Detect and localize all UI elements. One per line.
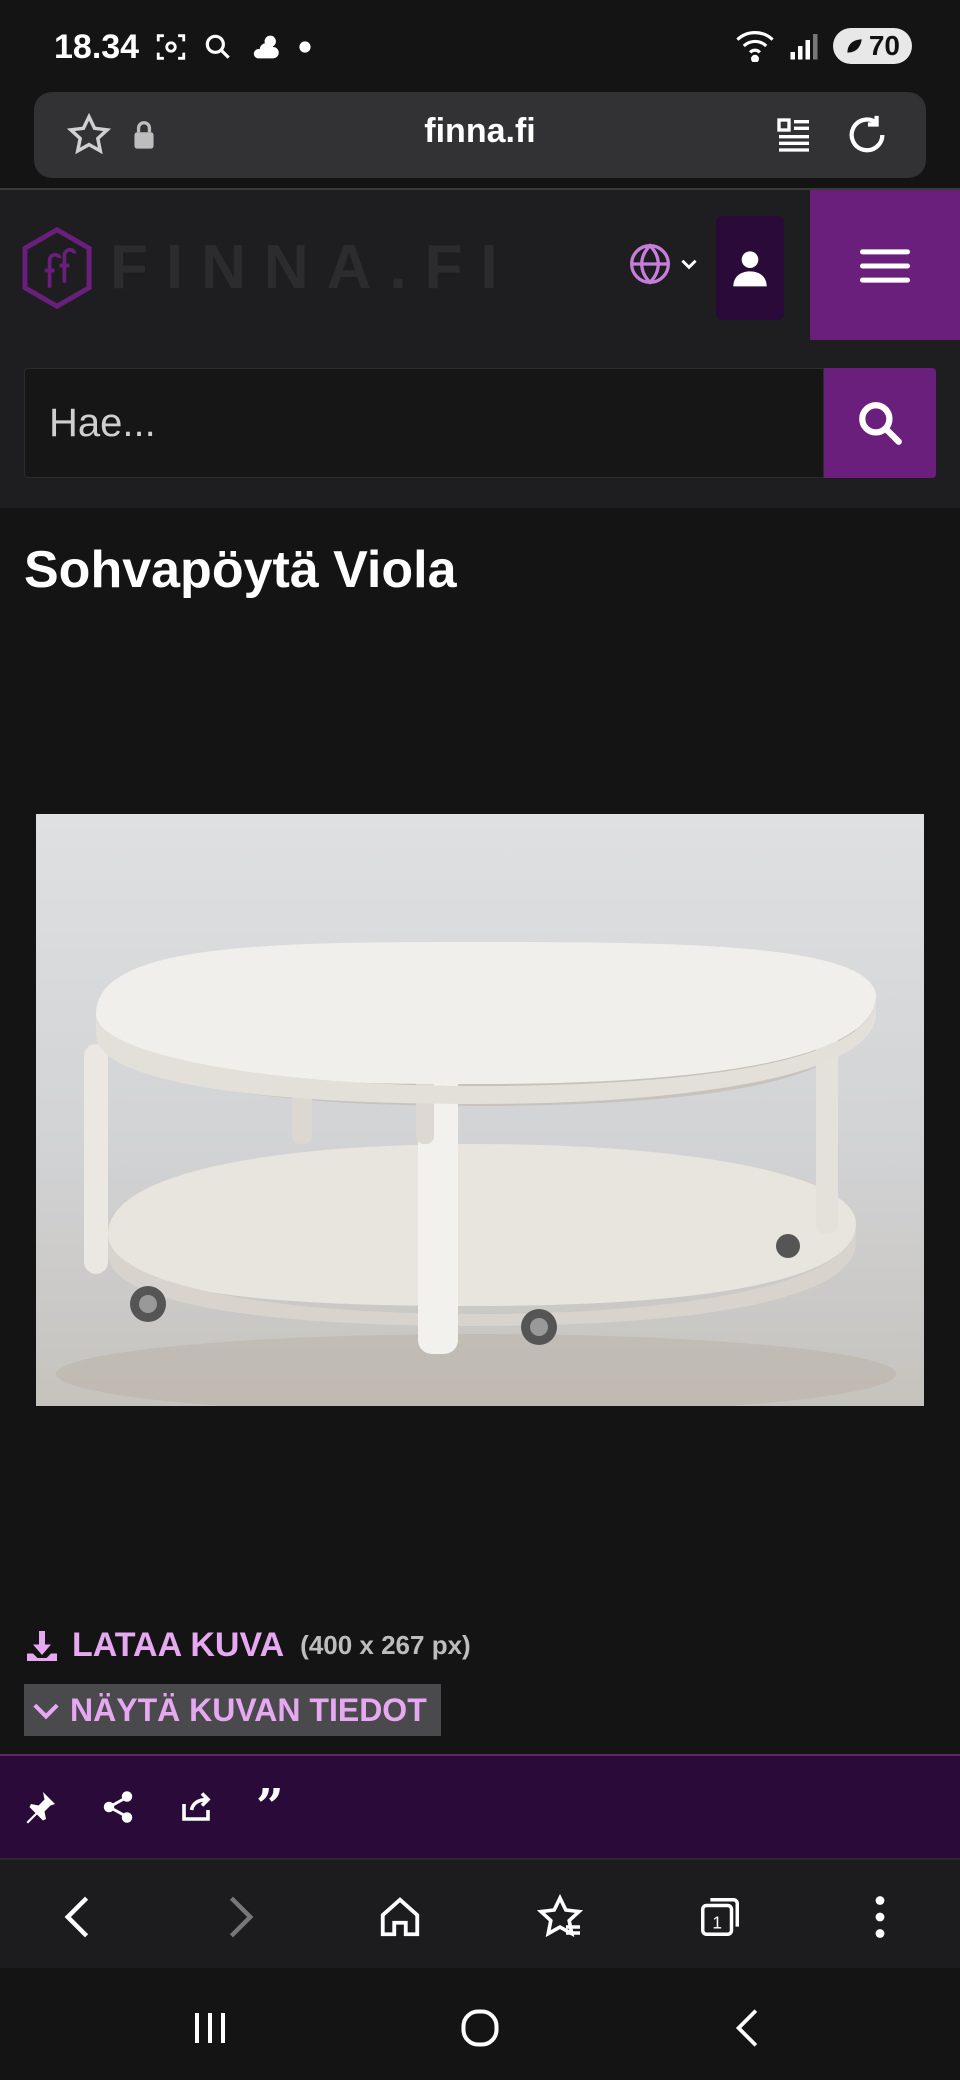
search-button[interactable] xyxy=(824,368,936,478)
cite-icon[interactable]: ” xyxy=(256,1783,284,1831)
battery-saver-icon xyxy=(847,39,862,53)
more-options-button[interactable] xyxy=(840,1882,920,1952)
chevron-down-icon xyxy=(681,259,697,270)
page-title: Sohvapöytä Viola xyxy=(24,541,457,599)
status-right: 70 xyxy=(735,28,912,64)
home-system-button[interactable] xyxy=(440,1998,520,2058)
svg-text:1: 1 xyxy=(712,1913,722,1933)
search-area xyxy=(0,340,960,508)
wifi-icon xyxy=(736,30,774,62)
bookmarks-button[interactable] xyxy=(520,1882,600,1952)
back-chevron-icon xyxy=(735,2009,758,2047)
tabs-button[interactable]: 1 xyxy=(680,1882,760,1952)
recent-apps-icon xyxy=(195,2013,225,2043)
pin-icon[interactable] xyxy=(22,1789,58,1825)
browser-nav-bar: 1 xyxy=(0,1858,960,1970)
signal-icon xyxy=(790,34,818,60)
back-button[interactable] xyxy=(38,1882,118,1952)
finna-logo-icon[interactable] xyxy=(20,226,94,310)
notification-dot-icon xyxy=(299,41,311,53)
weather-icon xyxy=(253,35,279,59)
chevron-left-icon xyxy=(64,1896,89,1938)
download-label: LATAA KUVA xyxy=(72,1626,285,1664)
hamburger-icon xyxy=(860,249,910,283)
image-size: (400 x 267 px) xyxy=(300,1630,471,1660)
search-input[interactable] xyxy=(24,368,824,478)
user-icon xyxy=(733,251,767,287)
show-image-details-button[interactable]: NÄYTÄ KUVAN TIEDOT xyxy=(24,1684,441,1736)
recent-apps-button[interactable] xyxy=(170,1998,250,2058)
chevron-down-icon xyxy=(33,1703,59,1720)
status-time: 18.34 xyxy=(54,28,140,66)
reader-mode-icon[interactable] xyxy=(774,114,814,156)
chevron-right-icon xyxy=(229,1896,254,1938)
site-header: FINNA.FI xyxy=(0,188,960,342)
logo-text: FINNA.FI xyxy=(110,233,516,302)
screenshot-icon xyxy=(156,34,186,60)
search-status-icon xyxy=(205,34,230,59)
user-account-button[interactable] xyxy=(716,216,784,320)
browser-url-bar[interactable]: finna.fi xyxy=(34,92,926,178)
system-nav-bar xyxy=(0,1968,960,2080)
language-selector[interactable] xyxy=(628,242,700,286)
battery-level: 70 xyxy=(868,30,900,61)
coffee-table-image xyxy=(56,942,896,1406)
forward-button[interactable] xyxy=(200,1882,280,1952)
details-label: NÄYTÄ KUVAN TIEDOT xyxy=(70,1691,427,1728)
bookmarks-star-icon xyxy=(536,1893,584,1938)
home-button[interactable] xyxy=(360,1882,440,1952)
back-system-button[interactable] xyxy=(708,1998,788,2058)
search-icon xyxy=(859,402,902,445)
battery-indicator: 70 xyxy=(832,28,912,64)
reload-icon[interactable] xyxy=(844,112,890,158)
home-icon xyxy=(380,1897,420,1937)
tabs-icon: 1 xyxy=(701,1898,739,1936)
share-icon[interactable] xyxy=(100,1789,136,1825)
export-icon[interactable] xyxy=(178,1789,214,1825)
download-image-link[interactable]: LATAA KUVA (400 x 267 px) xyxy=(24,1626,471,1665)
home-circle-icon xyxy=(461,2009,499,2047)
globe-icon xyxy=(630,243,670,285)
record-image[interactable] xyxy=(36,814,924,1406)
more-vertical-icon xyxy=(875,1896,885,1938)
menu-button[interactable] xyxy=(810,190,960,342)
download-icon xyxy=(27,1630,57,1661)
status-icons xyxy=(154,30,312,64)
record-action-bar: ” xyxy=(0,1754,960,1858)
status-bar: 18.34 70 xyxy=(0,0,960,88)
